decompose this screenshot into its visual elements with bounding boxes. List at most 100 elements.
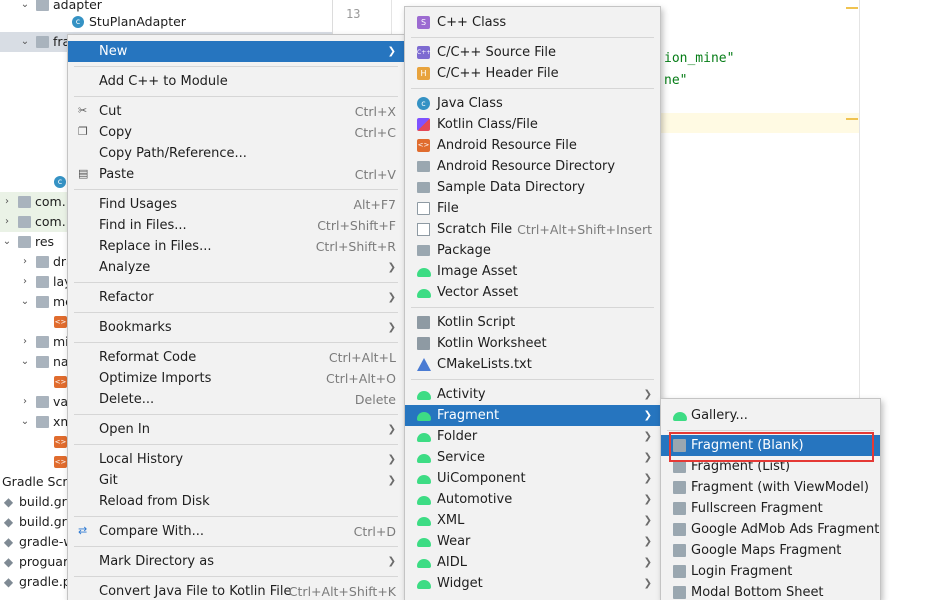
menu-item-java-class[interactable]: c Java Class	[405, 93, 660, 114]
menu-item-image-asset[interactable]: Image Asset	[405, 261, 660, 282]
menu-item-fragment-list[interactable]: Fragment (List)	[661, 456, 880, 477]
menu-item-package[interactable]: Package	[405, 240, 660, 261]
menu-item-label: Google AdMob Ads Fragment	[691, 522, 880, 537]
menu-item-kotlin-class-file[interactable]: Kotlin Class/File	[405, 114, 660, 135]
menu-item-fragment[interactable]: Fragment ❯	[405, 405, 660, 426]
menu-item-delete[interactable]: Delete... Delete	[68, 389, 404, 410]
collapse-arrow-icon[interactable]: ›	[20, 252, 30, 272]
submenu-arrow-icon: ❯	[643, 431, 652, 442]
collapse-arrow-icon[interactable]: ›	[20, 272, 30, 292]
menu-separator	[74, 96, 398, 97]
menu-item-fragment-with-viewmodel[interactable]: Fragment (with ViewModel)	[661, 477, 880, 498]
cpp-header-icon: H	[417, 67, 430, 80]
collapse-arrow-icon[interactable]: ›	[20, 392, 30, 412]
menu-item-kotlin-worksheet[interactable]: Kotlin Worksheet	[405, 333, 660, 354]
menu-item-label: Login Fragment	[691, 564, 793, 579]
menu-item-open-in[interactable]: Open In ❯	[68, 419, 404, 440]
expand-arrow-icon[interactable]: ⌄	[2, 232, 12, 252]
menu-item-compare-with[interactable]: ⇄ Compare With... Ctrl+D	[68, 521, 404, 542]
menu-item-fragment-blank[interactable]: Fragment (Blank)	[661, 435, 880, 456]
menu-item-bookmarks[interactable]: Bookmarks ❯	[68, 317, 404, 338]
android-icon	[417, 289, 431, 298]
menu-item-label: Local History	[99, 452, 184, 467]
menu-item-new[interactable]: New ❯	[68, 41, 404, 62]
menu-item-aidl[interactable]: AIDL ❯	[405, 552, 660, 573]
menu-item-label: Mark Directory as	[99, 554, 214, 569]
menu-item-c-class[interactable]: S C++ Class	[405, 12, 660, 33]
menu-item-service[interactable]: Service ❯	[405, 447, 660, 468]
menu-item-android-resource-directory[interactable]: Android Resource Directory	[405, 156, 660, 177]
menu-item-wear[interactable]: Wear ❯	[405, 531, 660, 552]
menu-item-activity[interactable]: Activity ❯	[405, 384, 660, 405]
collapse-arrow-icon[interactable]: ›	[2, 212, 12, 232]
collapse-arrow-icon[interactable]: ›	[2, 192, 12, 212]
kotlin-icon	[417, 118, 430, 131]
menu-item-refactor[interactable]: Refactor ❯	[68, 287, 404, 308]
menu-item-login-fragment[interactable]: Login Fragment	[661, 561, 880, 582]
android-icon	[417, 268, 431, 277]
expand-arrow-icon[interactable]: ⌄	[20, 352, 30, 372]
menu-item-label: Google Maps Fragment	[691, 543, 842, 558]
menu-item-label: Java Class	[437, 96, 503, 111]
menu-item-cmakelists-txt[interactable]: CMakeLists.txt	[405, 354, 660, 375]
menu-item-local-history[interactable]: Local History ❯	[68, 449, 404, 470]
menu-item-gallery[interactable]: Gallery...	[661, 405, 880, 426]
menu-item-paste[interactable]: ▤ Paste Ctrl+V	[68, 164, 404, 185]
paste-icon: ▤	[78, 167, 89, 180]
menu-item-optimize-imports[interactable]: Optimize Imports Ctrl+Alt+O	[68, 368, 404, 389]
menu-item-fullscreen-fragment[interactable]: Fullscreen Fragment	[661, 498, 880, 519]
menu-item-mark-directory-as[interactable]: Mark Directory as ❯	[68, 551, 404, 572]
android-icon	[417, 433, 431, 442]
menu-item-android-resource-file[interactable]: <> Android Resource File	[405, 135, 660, 156]
menu-item-reload-from-disk[interactable]: Reload from Disk	[68, 491, 404, 512]
menu-item-copy-path-reference[interactable]: Copy Path/Reference...	[68, 143, 404, 164]
menu-item-folder[interactable]: Folder ❯	[405, 426, 660, 447]
expand-arrow-icon[interactable]: ⌄	[20, 292, 30, 312]
folder-icon	[18, 196, 31, 208]
menu-item-add-c-to-module[interactable]: Add C++ to Module	[68, 71, 404, 92]
menu-item-replace-in-files[interactable]: Replace in Files... Ctrl+Shift+R	[68, 236, 404, 257]
menu-item-automotive[interactable]: Automotive ❯	[405, 489, 660, 510]
menu-item-label: Replace in Files...	[99, 239, 212, 254]
expand-arrow-icon[interactable]: ⌄	[20, 412, 30, 432]
scratch-file-icon	[417, 223, 430, 236]
menu-item-file[interactable]: File	[405, 198, 660, 219]
menu-item-vector-asset[interactable]: Vector Asset	[405, 282, 660, 303]
menu-item-cut[interactable]: ✂ Cut Ctrl+X	[68, 101, 404, 122]
menu-item-label: Scratch File	[437, 222, 513, 237]
folder-icon	[36, 296, 49, 308]
menu-item-modal-bottom-sheet[interactable]: Modal Bottom Sheet	[661, 582, 880, 600]
menu-item-c-c-header-file[interactable]: H C/C++ Header File	[405, 63, 660, 84]
menu-item-google-maps-fragment[interactable]: Google Maps Fragment	[661, 540, 880, 561]
menu-item-convert-java-file-to-kotlin-file[interactable]: Convert Java File to Kotlin File Ctrl+Alt…	[68, 581, 404, 600]
tree-row[interactable]: c StuPlanAdapter	[0, 12, 333, 32]
menu-separator	[411, 379, 654, 380]
menu-item-copy[interactable]: ❐ Copy Ctrl+C	[68, 122, 404, 143]
menu-item-git[interactable]: Git ❯	[68, 470, 404, 491]
menu-item-label: Automotive	[437, 492, 513, 507]
kotlin-script-icon	[417, 316, 430, 329]
menu-item-reformat-code[interactable]: Reformat Code Ctrl+Alt+L	[68, 347, 404, 368]
menu-item-c-c-source-file[interactable]: C++ C/C++ Source File	[405, 42, 660, 63]
folder-icon	[417, 182, 430, 193]
menu-item-widget[interactable]: Widget ❯	[405, 573, 660, 594]
menu-item-kotlin-script[interactable]: Kotlin Script	[405, 312, 660, 333]
menu-item-google-admob-ads-fragment[interactable]: Google AdMob Ads Fragment	[661, 519, 880, 540]
menu-item-label: Cut	[99, 104, 122, 119]
menu-item-scratch-file[interactable]: Scratch File Ctrl+Alt+Shift+Insert	[405, 219, 660, 240]
class-icon: c	[72, 16, 84, 28]
tree-row-label: com.	[35, 194, 66, 209]
menu-item-analyze[interactable]: Analyze ❯	[68, 257, 404, 278]
tree-row-label: res	[35, 234, 55, 249]
menu-item-find-in-files[interactable]: Find in Files... Ctrl+Shift+F	[68, 215, 404, 236]
menu-item-label: Kotlin Worksheet	[437, 336, 547, 351]
menu-item-xml[interactable]: XML ❯	[405, 510, 660, 531]
menu-item-label: Add C++ to Module	[99, 74, 228, 89]
menu-item-uicomponent[interactable]: UiComponent ❯	[405, 468, 660, 489]
menu-item-find-usages[interactable]: Find Usages Alt+F7	[68, 194, 404, 215]
submenu-arrow-icon: ❯	[387, 46, 396, 57]
menu-item-sample-data-directory[interactable]: Sample Data Directory	[405, 177, 660, 198]
expand-arrow-icon[interactable]: ⌄	[20, 32, 30, 52]
collapse-arrow-icon[interactable]: ›	[20, 332, 30, 352]
fragment-icon	[673, 502, 686, 515]
